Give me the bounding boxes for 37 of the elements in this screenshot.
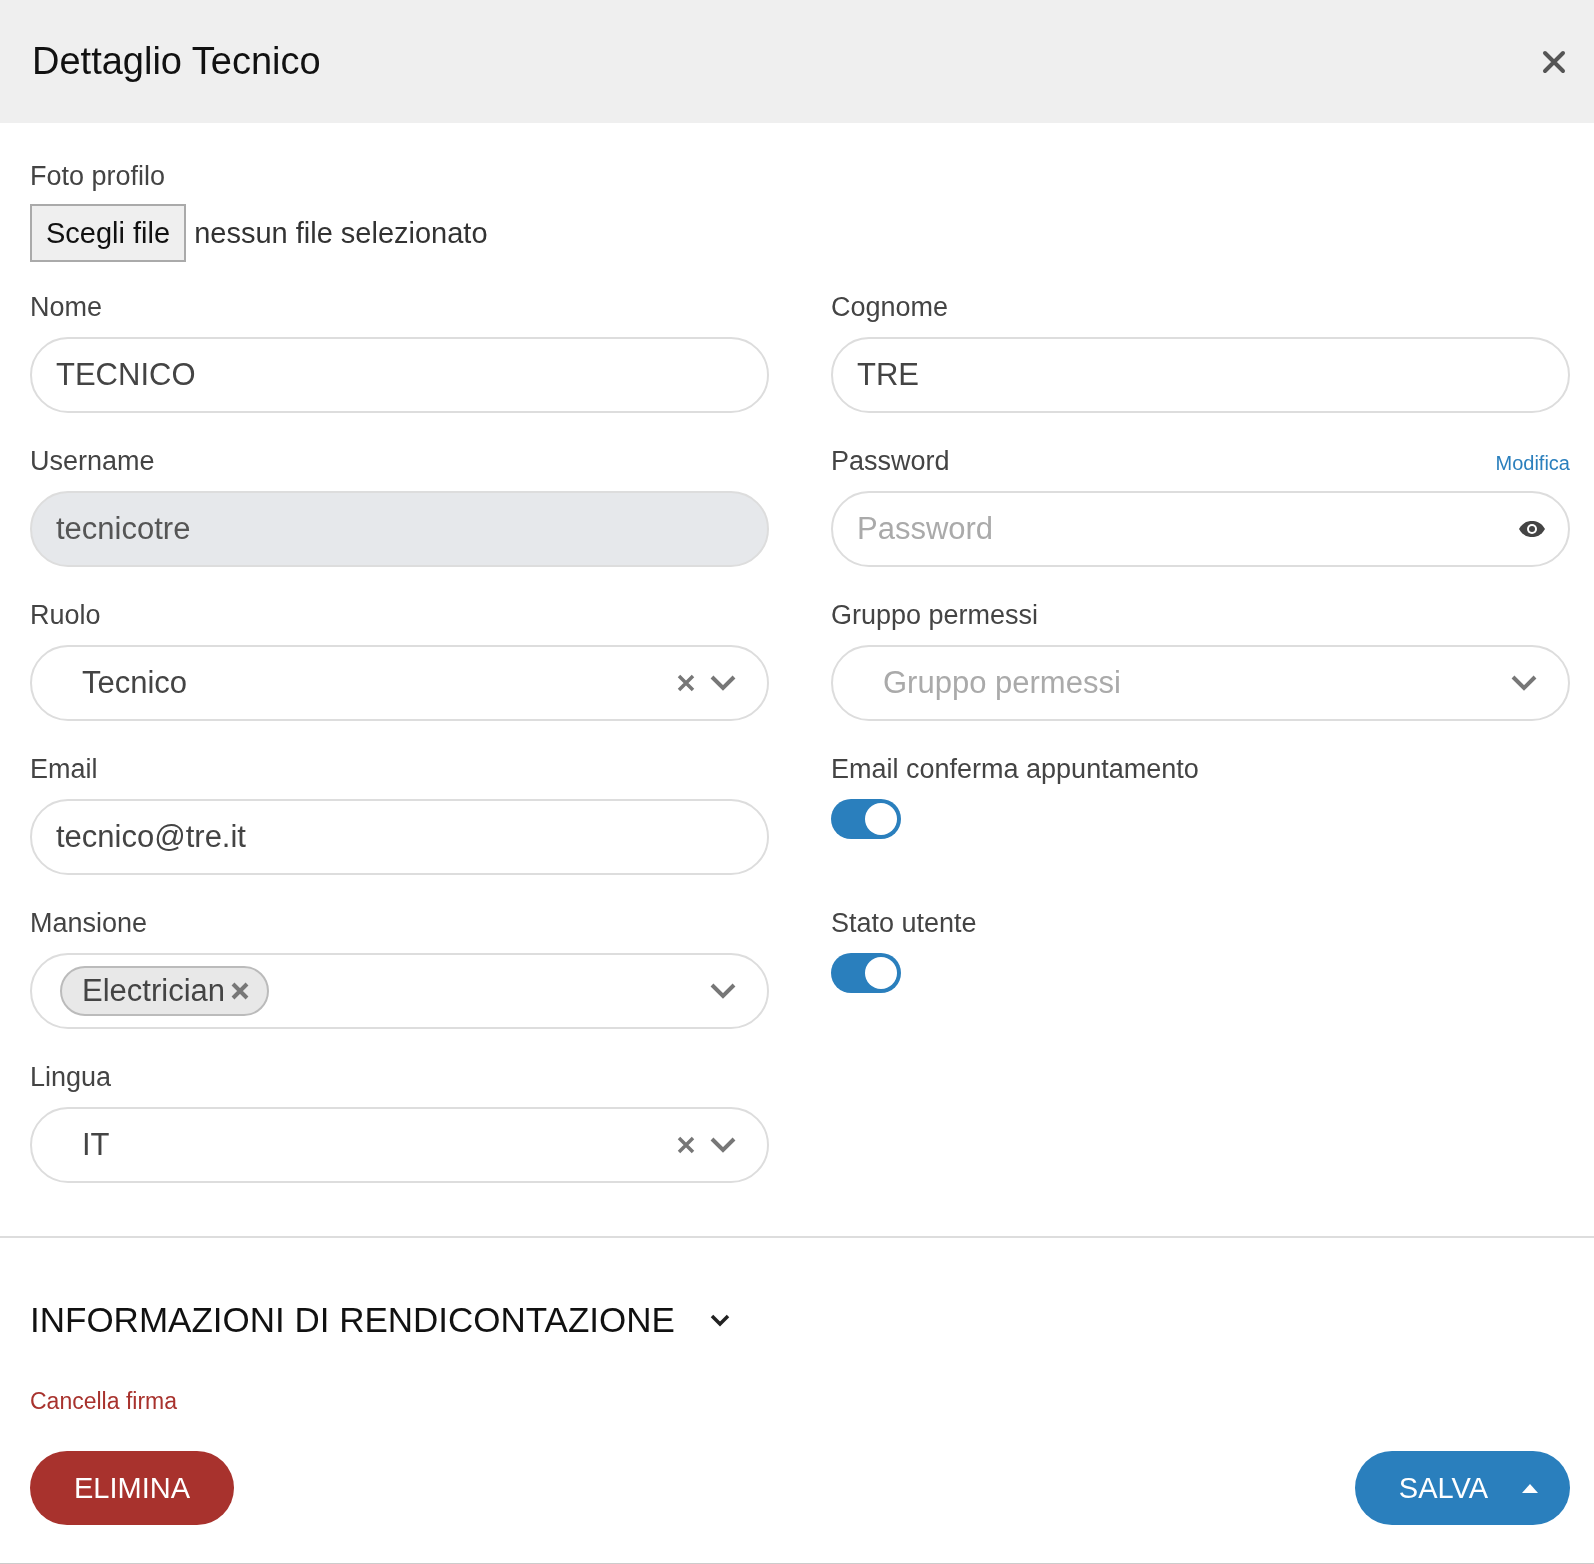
close-button[interactable] — [1542, 49, 1566, 74]
field-label: Gruppo permessi — [831, 600, 1039, 631]
field-label: Lingua — [30, 1062, 112, 1093]
file-status: nessun file selezionato — [194, 216, 488, 250]
text-field[interactable]: TRE — [831, 337, 1570, 413]
delete-button[interactable]: ELIMINA — [30, 1451, 235, 1525]
multi-select-field[interactable]: Electrician — [30, 953, 769, 1029]
field-label: Cognome — [831, 292, 949, 323]
clear-icon[interactable] — [677, 1136, 695, 1154]
edit-link[interactable]: Modifica — [1495, 452, 1570, 475]
field-label: Email — [30, 754, 98, 785]
remove-icon[interactable] — [231, 982, 249, 1000]
field-label: Username — [30, 446, 155, 477]
caret-up-icon[interactable] — [1522, 1483, 1538, 1493]
clear-signature-link[interactable]: Cancella firma — [30, 1388, 177, 1415]
field-label: Nome — [30, 292, 103, 323]
section-title[interactable]: INFORMAZIONI DI RENDICONTAZIONE — [30, 1300, 675, 1340]
choose-file-button[interactable]: Scegli file — [30, 204, 187, 262]
clear-icon[interactable] — [677, 674, 695, 692]
toggle-switch[interactable] — [831, 953, 901, 993]
chevron-down-icon[interactable] — [708, 1313, 731, 1327]
field-label: Ruolo — [30, 600, 101, 631]
field-label: Stato utente — [831, 908, 977, 939]
toggle-switch[interactable] — [831, 799, 901, 839]
eye-icon[interactable] — [1518, 520, 1546, 538]
select-field[interactable]: IT — [30, 1107, 769, 1183]
field-label: Password — [831, 446, 950, 477]
field-label: Email conferma appuntamento — [831, 754, 1199, 785]
save-button[interactable]: SALVA — [1354, 1451, 1570, 1525]
field-label: Mansione — [30, 908, 148, 939]
text-field[interactable]: tecnico@tre.it — [30, 799, 769, 875]
password-field[interactable]: Password — [831, 491, 1570, 567]
modal-title: Dettaglio Tecnico — [32, 40, 321, 83]
select-field[interactable]: Tecnico — [30, 645, 769, 721]
text-field[interactable]: TECNICO — [30, 337, 769, 413]
tag-chip: Electrician — [60, 966, 269, 1016]
field-label: Foto profilo — [30, 161, 167, 192]
